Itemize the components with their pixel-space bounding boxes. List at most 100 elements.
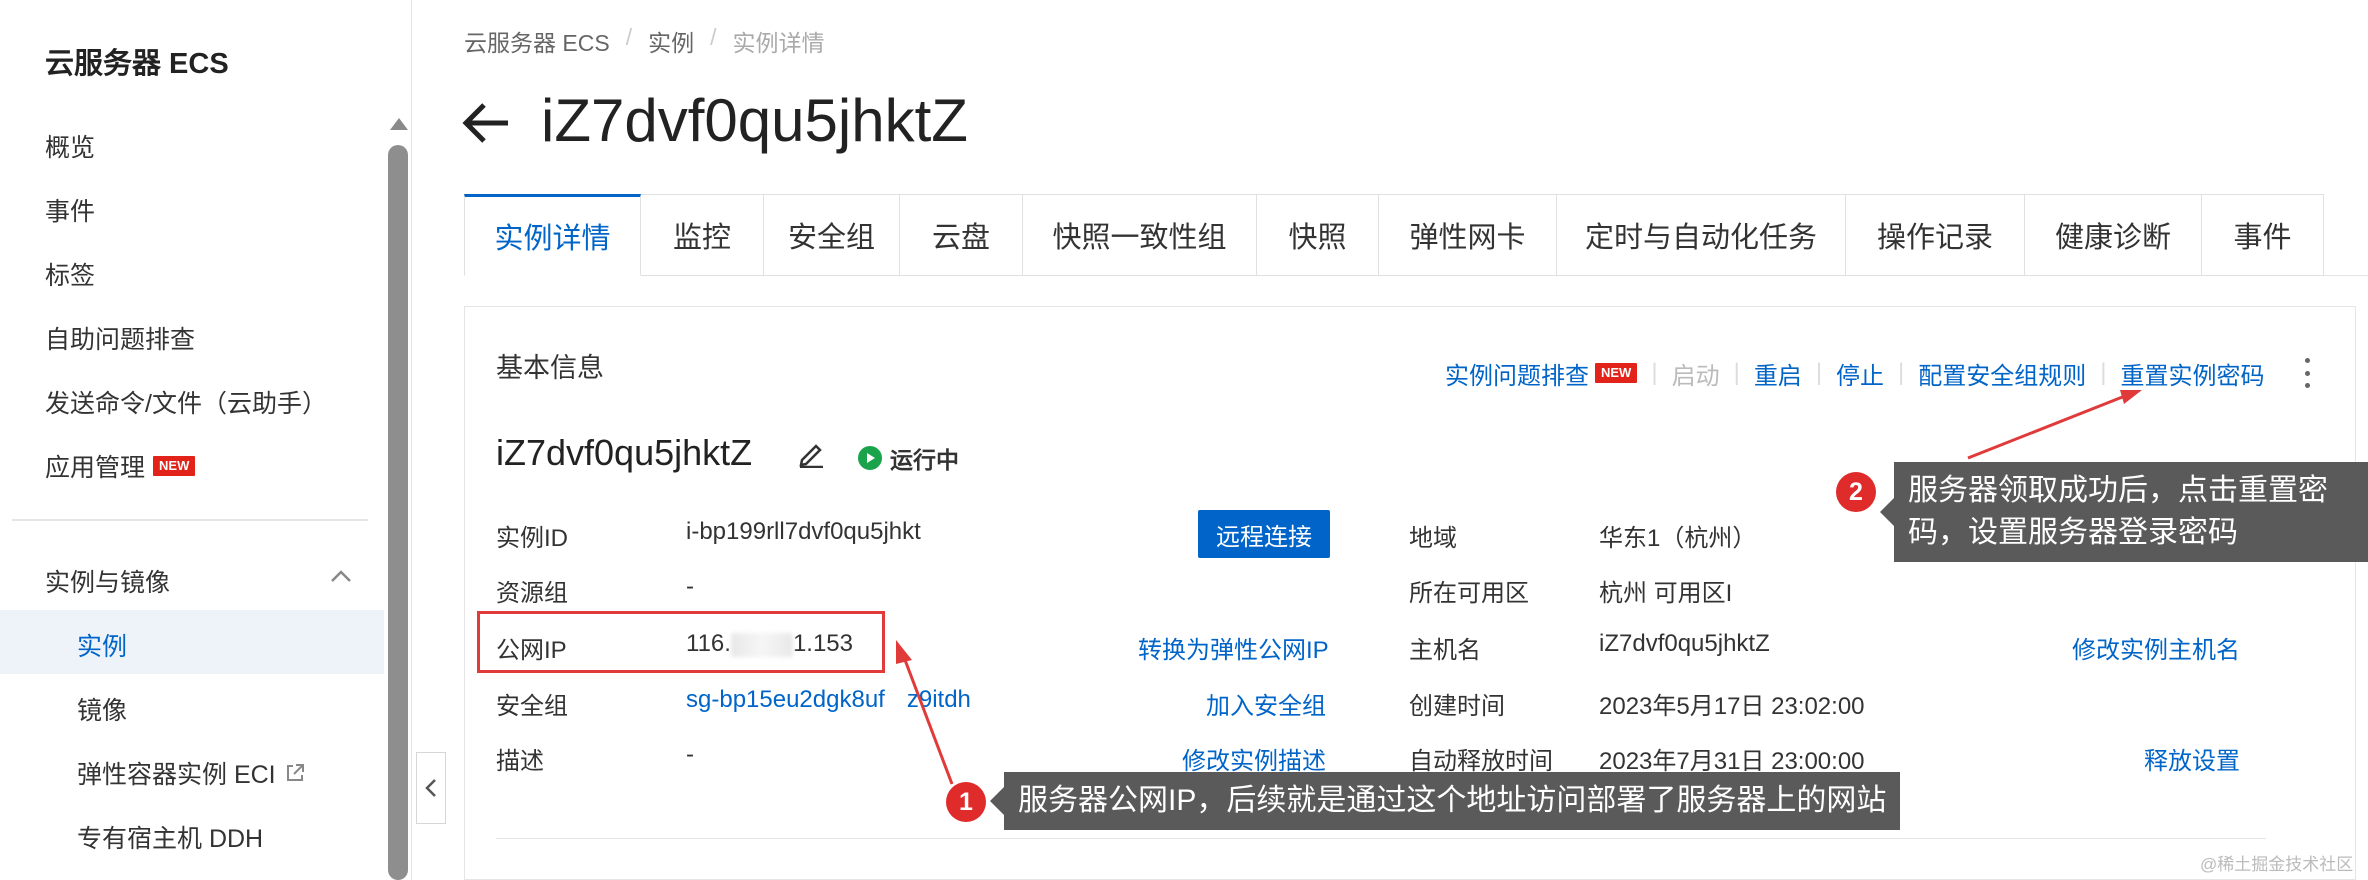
instance-name: iZ7dvf0qu5jhktZ: [496, 432, 753, 473]
auto-release-value: 2023年7月31日 23:00:00: [1599, 748, 1865, 775]
tab-snapshot-consistency-group[interactable]: 快照一致性组: [1023, 194, 1257, 276]
zone-value: 杭州 可用区I: [1599, 580, 1733, 607]
description-value: -: [686, 741, 694, 768]
hostname-label: 主机名: [1409, 637, 1481, 664]
sidebar-item-label: 弹性容器实例 ECI: [77, 761, 276, 789]
sidebar-item-label: 标签: [45, 262, 96, 290]
tab-disks[interactable]: 云盘: [900, 194, 1023, 276]
restart-link[interactable]: 重启: [1754, 356, 1802, 391]
annotation-text-line: 服务器领取成功后，点击重置密: [1908, 474, 2328, 507]
sidebar-item-label: 发送命令/文件（云助手）: [45, 390, 327, 418]
region-value: 华东1（杭州）: [1599, 525, 1757, 552]
tab-instance-details[interactable]: 实例详情: [464, 194, 641, 276]
instance-id-value: i-bp199rll7dvf0qu5jhkt: [686, 518, 921, 545]
sidebar-title: 云服务器 ECS: [45, 48, 229, 80]
action-separator: |: [1815, 359, 1823, 386]
action-bar: 实例问题排查 NEW | 启动 | 重启 | 停止 | 配置安全组规则 | 重置…: [1445, 356, 2265, 391]
description-label: 描述: [496, 748, 544, 775]
created-time-value: 2023年5月17日 23:02:00: [1599, 693, 1865, 720]
sidebar-item-label: 专有宿主机 DDH: [77, 825, 264, 853]
sidebar-active-highlight: [0, 610, 384, 674]
region-label: 地域: [1409, 525, 1457, 552]
join-security-group-link[interactable]: 加入安全组: [1206, 686, 1326, 721]
edit-hostname-link[interactable]: 修改实例主机名: [2072, 630, 2240, 665]
config-sg-rules-link[interactable]: 配置安全组规则: [1918, 356, 2086, 391]
new-badge: NEW: [153, 456, 196, 476]
collapse-sidebar-button[interactable]: [416, 752, 446, 824]
sidebar-item-ddh[interactable]: 专有宿主机 DDH: [77, 819, 263, 855]
tab-snapshots[interactable]: 快照: [1257, 194, 1379, 276]
security-group-id-tail: z9itdh: [906, 686, 971, 713]
convert-eip-link[interactable]: 转换为弹性公网IP: [1138, 630, 1329, 665]
stop-link[interactable]: 停止: [1836, 356, 1884, 391]
sidebar-item-events[interactable]: 事件: [45, 192, 95, 228]
reset-password-link[interactable]: 重置实例密码: [2121, 356, 2265, 391]
tab-bar: 实例详情 监控 安全组 云盘 快照一致性组 快照 弹性网卡 定时与自动化任务 操…: [464, 194, 2368, 276]
tab-eni[interactable]: 弹性网卡: [1379, 194, 1557, 276]
auto-release-label: 自动释放时间: [1409, 748, 1553, 775]
resource-group-label: 资源组: [496, 580, 568, 607]
annotation-text-line: 码，设置服务器登录密码: [1908, 516, 2238, 549]
tab-events[interactable]: 事件: [2202, 194, 2324, 276]
security-group-id: sg-bp15eu2dgk8uf: [686, 686, 885, 713]
zone-label: 所在可用区: [1409, 580, 1529, 607]
sidebar-item-label: 概览: [45, 134, 96, 162]
play-icon: [858, 446, 882, 470]
edit-description-link[interactable]: 修改实例描述: [1182, 741, 1326, 776]
back-arrow-icon[interactable]: [460, 96, 514, 150]
security-group-link[interactable]: sg-bp15eu2dgk8uf z9itdh: [686, 686, 971, 714]
resource-group-value: -: [686, 573, 694, 600]
sidebar-item-tags[interactable]: 标签: [45, 256, 95, 292]
action-separator: |: [1733, 359, 1740, 386]
sidebar-item-label: 实例: [77, 633, 128, 661]
chevron-up-icon[interactable]: [330, 566, 352, 588]
tab-operation-logs[interactable]: 操作记录: [1846, 194, 2025, 276]
public-ip-highlight-box: [477, 611, 885, 673]
sidebar-item-app-management[interactable]: 应用管理 NEW: [45, 448, 196, 484]
remote-connect-button[interactable]: 远程连接: [1198, 510, 1330, 558]
sidebar-item-self-troubleshoot[interactable]: 自助问题排查: [45, 320, 195, 356]
more-actions-icon[interactable]: [2302, 358, 2312, 388]
action-separator: |: [2100, 359, 2107, 386]
status-text: 运行中: [890, 447, 959, 473]
chevron-left-icon: [425, 779, 436, 797]
status-badge: 运行中: [858, 441, 959, 475]
annotation-number-2: 2: [1836, 472, 1876, 512]
sidebar-item-cloud-assistant[interactable]: 发送命令/文件（云助手）: [45, 384, 327, 420]
edit-pencil-icon[interactable]: [796, 438, 826, 468]
action-separator: |: [1651, 359, 1658, 386]
sidebar-item-eci[interactable]: 弹性容器实例 ECI: [77, 755, 306, 791]
sidebar-item-label: 应用管理: [45, 454, 146, 482]
tab-security-group[interactable]: 安全组: [764, 194, 900, 276]
breadcrumb-separator: /: [625, 24, 633, 50]
external-link-icon: [286, 764, 304, 781]
breadcrumb-ecs[interactable]: 云服务器 ECS: [464, 24, 610, 58]
section-title: 基本信息: [496, 353, 604, 383]
breadcrumb-instances[interactable]: 实例: [648, 24, 694, 58]
sidebar-scrollbar[interactable]: [388, 145, 408, 880]
breadcrumb-current: 实例详情: [732, 30, 825, 56]
troubleshoot-link[interactable]: 实例问题排查: [1445, 356, 1589, 391]
hostname-value: iZ7dvf0qu5jhktZ: [1599, 630, 1770, 657]
sidebar-item-images[interactable]: 镜像: [77, 691, 127, 727]
created-time-label: 创建时间: [1409, 693, 1505, 720]
page-title: iZ7dvf0qu5jhktZ: [541, 87, 968, 154]
sidebar-item-label: 自助问题排查: [45, 326, 196, 354]
breadcrumb-separator: /: [710, 24, 717, 50]
start-link[interactable]: 启动: [1672, 356, 1720, 391]
sidebar-item-overview[interactable]: 概览: [45, 128, 95, 164]
release-settings-link[interactable]: 释放设置: [2144, 741, 2240, 776]
breadcrumb: 云服务器 ECS / 实例 / 实例详情: [464, 24, 824, 58]
sidebar-item-instances[interactable]: 实例: [77, 627, 127, 663]
action-separator: |: [1898, 359, 1905, 386]
annotation-number-1: 1: [946, 782, 986, 822]
sidebar-group-instances-images[interactable]: 实例与镜像: [45, 563, 170, 599]
scroll-up-icon[interactable]: [390, 118, 408, 130]
tab-monitoring[interactable]: 监控: [641, 194, 764, 276]
sidebar: 云服务器 ECS 概览 事件 标签 自助问题排查 发送命令/文件（云助手） 应用…: [0, 0, 412, 880]
annotation-callout-1: 服务器公网IP，后续就是通过这个地址访问部署了服务器上的网站: [989, 772, 1901, 830]
sidebar-item-label: 镜像: [77, 697, 128, 725]
tab-health-diagnosis[interactable]: 健康诊断: [2025, 194, 2202, 276]
tab-scheduled-tasks[interactable]: 定时与自动化任务: [1557, 194, 1846, 276]
watermark: @稀土掘金技术社区: [2200, 855, 2354, 874]
